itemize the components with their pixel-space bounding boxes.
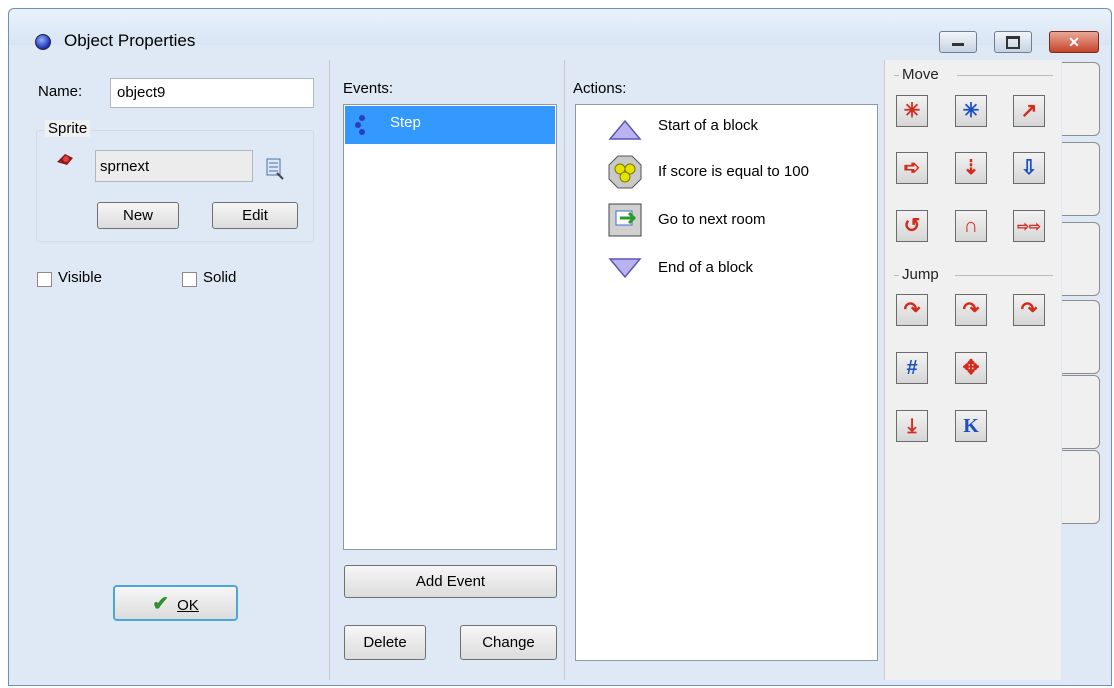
maximize-icon bbox=[1006, 36, 1020, 49]
action-label: Go to next room bbox=[658, 211, 766, 228]
end-block-icon bbox=[608, 258, 642, 279]
move-line-left bbox=[894, 75, 899, 76]
minimize-icon bbox=[952, 43, 964, 46]
reverse-horizontal-icon[interactable]: ↺ bbox=[896, 210, 928, 242]
palette-tab-1[interactable] bbox=[1062, 62, 1100, 136]
visible-checkbox[interactable] bbox=[37, 272, 52, 287]
move-line-right bbox=[957, 75, 1053, 76]
move-fixed-icon[interactable]: ✳ bbox=[896, 95, 928, 127]
bounce-icon[interactable]: K bbox=[955, 410, 987, 442]
sprite-group-label: Sprite bbox=[45, 120, 91, 137]
ok-button-label: OK bbox=[177, 597, 199, 614]
events-header: Events: bbox=[343, 80, 394, 97]
jump-to-random-icon[interactable]: ↷ bbox=[1013, 294, 1045, 326]
palette-tab-3[interactable] bbox=[1062, 222, 1100, 296]
checkmark-icon: ✔ bbox=[152, 593, 169, 615]
sprite-field[interactable]: sprnext bbox=[95, 150, 253, 182]
sprite-menu-icon[interactable] bbox=[265, 158, 285, 180]
start-block-icon bbox=[608, 119, 642, 140]
ok-button[interactable]: ✔ OK bbox=[113, 585, 238, 621]
move-to-contact-icon[interactable]: ⤓ bbox=[896, 410, 928, 442]
action-label: If score is equal to 100 bbox=[658, 163, 809, 180]
change-event-button[interactable]: Change bbox=[460, 625, 557, 660]
palette-tab-4[interactable] bbox=[1062, 300, 1100, 374]
window-title: Object Properties bbox=[64, 31, 196, 50]
actions-header: Actions: bbox=[573, 80, 627, 97]
reverse-vertical-icon[interactable]: ∩ bbox=[955, 210, 987, 242]
action-label: Start of a block bbox=[658, 117, 759, 134]
name-label: Name: bbox=[38, 83, 83, 100]
step-icon bbox=[355, 115, 365, 135]
left-separator bbox=[329, 60, 330, 680]
move-towards-icon[interactable]: ↗ bbox=[1013, 95, 1045, 127]
speed-horizontal-icon[interactable]: ➪ bbox=[896, 152, 928, 184]
speed-vertical-icon[interactable]: ⇣ bbox=[955, 152, 987, 184]
palette-tab-5[interactable] bbox=[1062, 375, 1100, 449]
solid-checkbox[interactable] bbox=[182, 272, 197, 287]
gravity-icon[interactable]: ⇩ bbox=[1013, 152, 1045, 184]
event-item-label: Step bbox=[390, 114, 421, 131]
wrap-screen-icon[interactable]: ✥ bbox=[955, 352, 987, 384]
close-icon: ✕ bbox=[1068, 34, 1080, 50]
maximize-button[interactable] bbox=[994, 31, 1032, 53]
jump-line-right bbox=[955, 275, 1053, 276]
palette-tab-2[interactable] bbox=[1062, 142, 1100, 216]
name-input[interactable]: object9 bbox=[110, 78, 314, 108]
jump-line-left bbox=[894, 275, 899, 276]
action-label: End of a block bbox=[658, 259, 754, 276]
test-score-icon bbox=[608, 155, 642, 189]
jump-section-header: Jump bbox=[902, 266, 939, 283]
move-free-icon[interactable]: ✳ bbox=[955, 95, 987, 127]
action-item-end-block[interactable]: End of a block bbox=[576, 253, 876, 283]
palette-tab-6[interactable] bbox=[1062, 450, 1100, 524]
app-icon bbox=[35, 34, 51, 50]
sprite-icon bbox=[55, 152, 77, 165]
minimize-button[interactable] bbox=[939, 31, 977, 53]
jump-to-position-icon[interactable]: ↷ bbox=[896, 294, 928, 326]
add-event-button[interactable]: Add Event bbox=[344, 565, 557, 598]
action-item-start-block[interactable]: Start of a block bbox=[576, 111, 876, 141]
edit-sprite-button[interactable]: Edit bbox=[212, 202, 298, 229]
solid-label: Solid bbox=[203, 269, 237, 286]
friction-icon[interactable]: ⇨⇨ bbox=[1013, 210, 1045, 242]
align-grid-icon[interactable]: # bbox=[896, 352, 928, 384]
action-item-if-score[interactable]: If score is equal to 100 bbox=[576, 155, 876, 189]
middle-separator bbox=[564, 60, 565, 680]
title-bar[interactable]: Object Properties ✕ bbox=[9, 9, 1111, 53]
move-section-header: Move bbox=[902, 66, 939, 83]
events-list[interactable]: Step bbox=[343, 104, 557, 550]
visible-label: Visible bbox=[58, 269, 102, 286]
next-room-icon bbox=[608, 203, 642, 237]
actions-list[interactable]: Start of a block If score is equal to 10… bbox=[575, 104, 878, 661]
event-item-step[interactable]: Step bbox=[345, 106, 555, 144]
action-item-next-room[interactable]: Go to next room bbox=[576, 203, 876, 237]
jump-to-start-icon[interactable]: ↷ bbox=[955, 294, 987, 326]
new-sprite-button[interactable]: New bbox=[97, 202, 179, 229]
delete-event-button[interactable]: Delete bbox=[344, 625, 426, 660]
close-button[interactable]: ✕ bbox=[1049, 31, 1099, 53]
